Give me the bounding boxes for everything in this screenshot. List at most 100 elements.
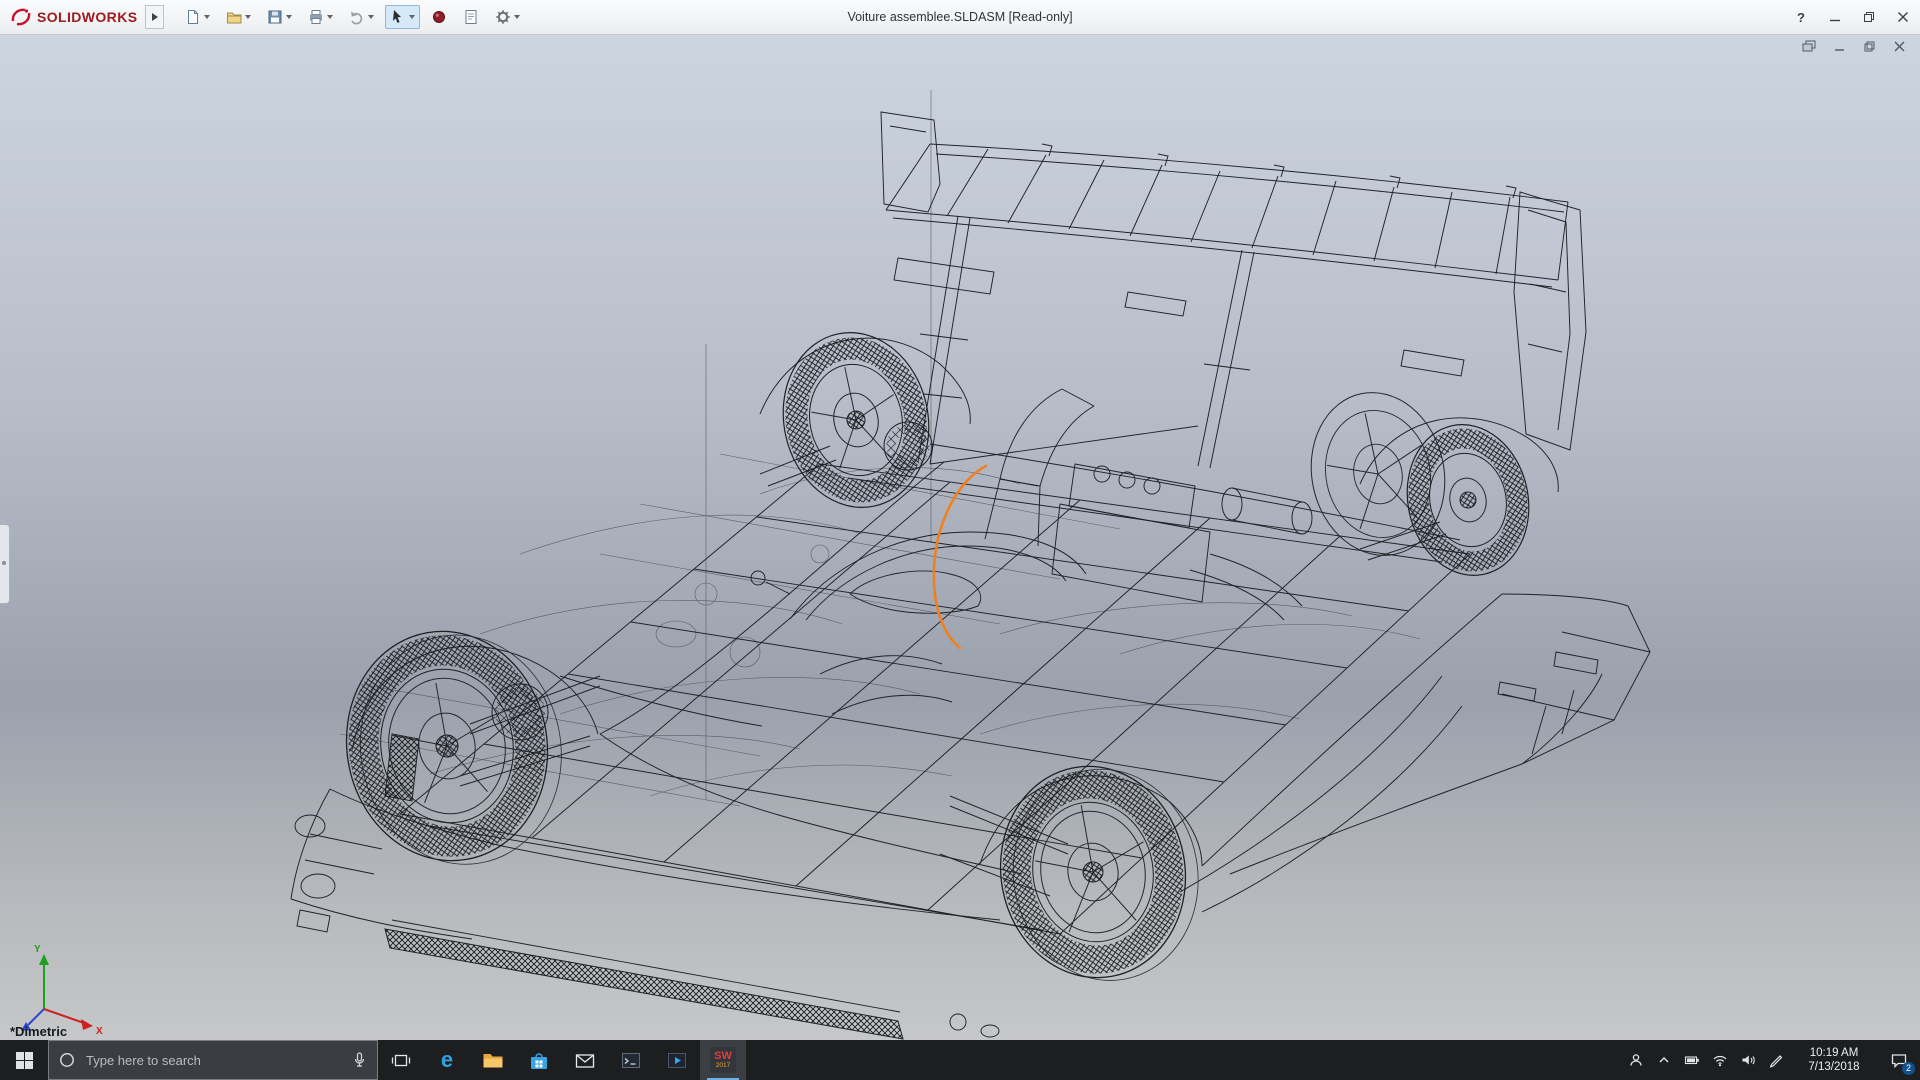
select-tool-button[interactable] <box>385 5 420 29</box>
new-document-button[interactable] <box>180 5 215 29</box>
selected-edge[interactable] <box>934 466 986 648</box>
volume-button[interactable] <box>1734 1040 1762 1080</box>
media-app-icon[interactable] <box>654 1040 700 1080</box>
restore-icon <box>1863 11 1875 23</box>
wheel-front-left[interactable] <box>329 613 580 882</box>
file-explorer-app-icon[interactable] <box>470 1040 516 1080</box>
doc-window-button[interactable] <box>1800 38 1818 54</box>
dropdown-arrow-icon[interactable] <box>286 15 292 19</box>
save-icon <box>267 9 283 25</box>
options-gear-icon <box>495 9 511 25</box>
flyout-triangle-icon <box>152 13 158 21</box>
doc-window-icon <box>1802 40 1816 53</box>
open-button[interactable] <box>221 5 256 29</box>
triad-x-label: X <box>96 1026 103 1037</box>
solidworks-logo-icon <box>10 6 32 28</box>
edge-icon: e <box>441 1049 453 1071</box>
microphone-icon[interactable] <box>352 1052 367 1068</box>
battery-button[interactable] <box>1678 1040 1706 1080</box>
panel-tab-grip-icon <box>2 561 6 565</box>
solidworks-tile-icon: SW 2017 <box>710 1047 736 1073</box>
doc-restore-button[interactable] <box>1860 38 1878 54</box>
help-button[interactable]: ? <box>1784 0 1818 34</box>
console-app-icon[interactable] <box>608 1040 654 1080</box>
dropdown-arrow-icon[interactable] <box>245 15 251 19</box>
file-properties-button[interactable] <box>458 5 484 29</box>
battery-icon <box>1684 1052 1700 1068</box>
document-title: Voiture assemblee.SLDASM [Read-only] <box>847 10 1072 24</box>
action-center-button[interactable]: 2 <box>1878 1040 1920 1080</box>
store-bag-icon <box>528 1050 550 1071</box>
task-view-button[interactable] <box>378 1040 424 1080</box>
edge-app-icon[interactable]: e <box>424 1040 470 1080</box>
collapsed-panel-tab[interactable] <box>0 524 10 604</box>
doc-minimize-button[interactable] <box>1830 38 1848 54</box>
mail-app-icon[interactable] <box>562 1040 608 1080</box>
minimize-button[interactable] <box>1818 0 1852 34</box>
rear-wing-wireframe[interactable] <box>881 112 1586 468</box>
standard-toolbar <box>180 5 525 29</box>
terminal-icon <box>620 1050 642 1071</box>
taskbar-clock[interactable]: 10:19 AM 7/13/2018 <box>1790 1040 1878 1080</box>
doc-close-icon <box>1893 40 1906 53</box>
print-button[interactable] <box>303 5 338 29</box>
file-properties-icon <box>463 9 479 25</box>
print-icon <box>308 9 324 25</box>
dropdown-arrow-icon[interactable] <box>514 15 520 19</box>
new-document-icon <box>185 9 201 25</box>
select-cursor-icon <box>390 9 406 25</box>
notification-badge: 2 <box>1902 1062 1915 1075</box>
people-icon <box>1628 1052 1644 1068</box>
wheel-rear-right-tire[interactable] <box>1394 413 1543 587</box>
system-tray <box>1622 1040 1790 1080</box>
rebuild-stoplight-icon <box>431 9 447 25</box>
people-button[interactable] <box>1622 1040 1650 1080</box>
solidworks-app-icon[interactable]: SW 2017 <box>700 1040 746 1080</box>
wireframe-car-model[interactable]: Y X <box>0 34 1920 1040</box>
windows-logo-icon <box>16 1052 33 1069</box>
dropdown-arrow-icon[interactable] <box>327 15 333 19</box>
options-button[interactable] <box>490 5 525 29</box>
clock-time: 10:19 AM <box>1790 1046 1878 1060</box>
doc-minimize-icon <box>1833 40 1846 53</box>
solidworks-tile-year: 2017 <box>716 1062 730 1069</box>
taskbar-search-box[interactable] <box>48 1040 378 1080</box>
envelope-icon <box>574 1050 596 1070</box>
wifi-icon <box>1712 1052 1728 1068</box>
start-button[interactable] <box>0 1040 48 1080</box>
close-icon <box>1897 11 1909 23</box>
chevron-up-icon <box>1656 1052 1672 1068</box>
maximize-button[interactable] <box>1852 0 1886 34</box>
speaker-icon <box>1740 1052 1756 1068</box>
triad-y-label: Y <box>34 944 41 955</box>
clock-date: 7/13/2018 <box>1790 1060 1878 1074</box>
graphics-area[interactable]: Y X *Dimetric <box>0 34 1920 1040</box>
network-button[interactable] <box>1706 1040 1734 1080</box>
undo-button[interactable] <box>344 5 379 29</box>
pen-icon <box>1768 1052 1784 1068</box>
wheel-front-right[interactable] <box>984 750 1215 998</box>
titlebar: SOLIDWORKS <box>0 0 1920 35</box>
windows-taskbar: e SW <box>0 1040 1920 1080</box>
wheel-rear-left[interactable] <box>767 319 944 521</box>
cortana-icon <box>59 1052 75 1068</box>
dropdown-arrow-icon[interactable] <box>409 15 415 19</box>
pen-button[interactable] <box>1762 1040 1790 1080</box>
document-window-controls <box>1800 38 1908 54</box>
menu-flyout-arrow[interactable] <box>145 5 164 29</box>
dropdown-arrow-icon[interactable] <box>204 15 210 19</box>
folder-icon <box>482 1050 504 1070</box>
hidden-icons-button[interactable] <box>1650 1040 1678 1080</box>
view-orientation-label: *Dimetric <box>10 1024 67 1039</box>
doc-close-button[interactable] <box>1890 38 1908 54</box>
close-button[interactable] <box>1886 0 1920 34</box>
task-view-icon <box>391 1052 411 1069</box>
rebuild-button[interactable] <box>426 5 452 29</box>
store-app-icon[interactable] <box>516 1040 562 1080</box>
window-controls: ? <box>1784 0 1920 34</box>
play-icon <box>666 1050 688 1071</box>
doc-restore-icon <box>1863 40 1876 53</box>
save-button[interactable] <box>262 5 297 29</box>
dropdown-arrow-icon[interactable] <box>368 15 374 19</box>
search-input[interactable] <box>84 1052 343 1069</box>
